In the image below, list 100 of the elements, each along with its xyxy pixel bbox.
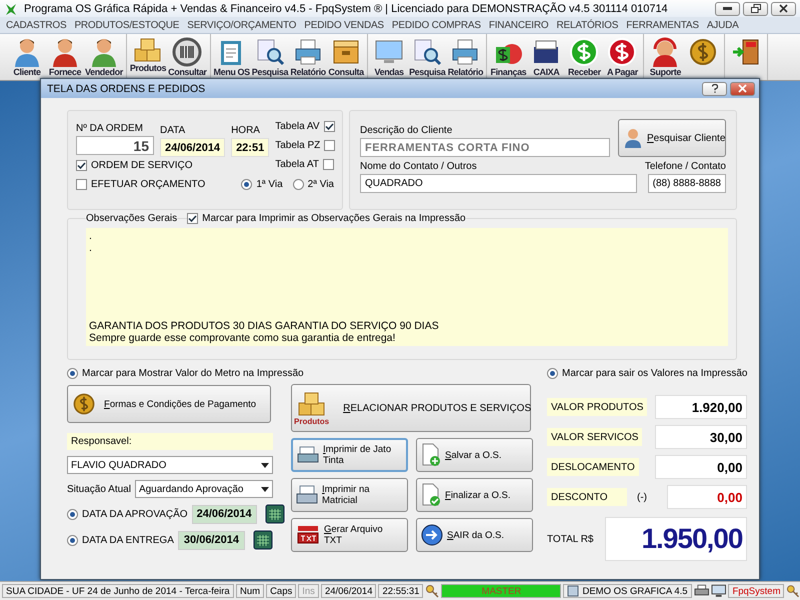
menu-item[interactable]: AJUDA xyxy=(702,20,743,30)
menu-item[interactable]: CADASTROS xyxy=(2,20,70,30)
minimize-button[interactable] xyxy=(715,2,740,16)
close-icon xyxy=(738,84,747,93)
payment-conditions-button[interactable]: Formas e Condições de Pagamento xyxy=(67,385,271,423)
value-label: DESLOCAMENTO xyxy=(547,458,639,476)
responsible-dropdown[interactable]: FLAVIO QUADRADO xyxy=(67,456,273,474)
calendar-icon[interactable] xyxy=(253,530,273,550)
menu-item[interactable]: PEDIDO VENDAS xyxy=(300,20,388,30)
monitor-icon[interactable] xyxy=(710,584,726,598)
menu-item[interactable]: PEDIDO COMPRAS xyxy=(388,20,485,30)
user-status: MASTER xyxy=(441,584,562,598)
toolbar-button[interactable]: Fornece xyxy=(46,34,84,80)
printer-icon xyxy=(296,485,318,505)
related-products-button[interactable]: Produtos RELACIONAR PRODUTOS E SERVIÇOS xyxy=(291,384,531,432)
value-label: DESCONTO xyxy=(547,488,627,506)
search-client-button[interactable]: Pesquisar Cliente xyxy=(618,119,726,157)
contact-field[interactable]: QUADRADO xyxy=(360,174,637,193)
action-button[interactable]: Imprimir na Matricial xyxy=(291,478,408,512)
toolbar-button[interactable]: Menu OS xyxy=(212,34,251,80)
status-cell: DEMO OS GRAFICA 4.5 xyxy=(563,584,692,598)
menu-item[interactable]: RELATÓRIOS xyxy=(552,20,622,30)
toolbar-button[interactable]: Relatório xyxy=(289,34,328,80)
value-field[interactable]: 0,00 xyxy=(655,455,748,479)
action-button[interactable]: Finalizar a O.S. xyxy=(416,478,533,512)
menu-item[interactable]: PRODUTOS/ESTOQUE xyxy=(70,20,184,30)
coin-icon xyxy=(72,392,96,416)
value-field[interactable]: 1.920,00 xyxy=(655,395,748,419)
checkbox[interactable] xyxy=(76,160,87,171)
status-dropdown[interactable]: Aguardando Aprovação xyxy=(134,480,273,498)
menu-item[interactable]: SERVIÇO/ORÇAMENTO xyxy=(183,20,300,30)
radio-label: 2ª Via xyxy=(308,179,334,190)
radio-button[interactable] xyxy=(67,508,78,520)
toolbar-button[interactable]: Finanças xyxy=(489,34,528,80)
document-icon xyxy=(567,585,580,597)
minus-sign: (-) xyxy=(637,492,647,502)
date-field[interactable]: 30/06/2014 xyxy=(178,530,245,550)
value-label: VALOR PRODUTOS xyxy=(547,398,648,416)
checkbox[interactable] xyxy=(187,213,198,224)
close-icon xyxy=(779,4,788,13)
toolbar-button[interactable]: Receber xyxy=(565,34,604,80)
checkbox-label: Marcar para Imprimir as Observações Gerais na Impressão xyxy=(202,213,466,224)
total-field: 1.950,00 xyxy=(605,517,748,561)
status-cell: 22:55:31 xyxy=(378,584,424,598)
toolbar-button[interactable]: Produtos xyxy=(128,34,168,80)
app-logo-icon xyxy=(4,2,18,16)
value-field[interactable]: 30,00 xyxy=(655,425,748,449)
magnifier-icon xyxy=(254,37,285,67)
radio-label: DATA DA APROVAÇÃO xyxy=(82,508,188,520)
barcode-icon xyxy=(172,37,202,67)
checkbox[interactable] xyxy=(324,121,334,132)
order-number-field[interactable]: 15 xyxy=(76,136,154,155)
date-field[interactable]: 24/06/2014 xyxy=(192,504,257,524)
dropdown-arrow-icon xyxy=(261,462,269,468)
toolbar-button[interactable]: CAIXA xyxy=(527,34,566,80)
dialog-title: TELA DAS ORDENS E PEDIDOS xyxy=(47,82,206,94)
radio-button[interactable] xyxy=(67,368,78,379)
toolbar-button[interactable]: Pesquisa xyxy=(250,34,290,80)
time-field[interactable]: 22:51 xyxy=(231,138,270,157)
toolbar-button[interactable]: Vendedor xyxy=(84,34,124,80)
toolbar-button[interactable]: Vendas xyxy=(370,34,408,80)
toolbar-button[interactable]: Suporte xyxy=(646,34,684,80)
toolbar-button[interactable]: Consultar xyxy=(167,34,208,80)
toolbar-button[interactable]: Cliente xyxy=(8,34,46,80)
action-button[interactable]: SAIR da O.S. xyxy=(416,518,533,552)
radio-button[interactable] xyxy=(292,179,304,190)
checkbox[interactable] xyxy=(76,179,87,190)
action-button[interactable]: Gerar Arquivo TXT xyxy=(291,518,408,552)
radio-label: Marcar para sair os Valores na Impressão xyxy=(562,368,748,379)
dollar-coin-icon xyxy=(569,37,600,67)
menu-item[interactable]: FINANCEIRO xyxy=(484,20,552,30)
status-cell: Num xyxy=(236,584,264,598)
help-button[interactable] xyxy=(702,82,727,96)
radio-button[interactable] xyxy=(547,368,558,379)
toolbar-button[interactable]: Relatório xyxy=(446,34,484,80)
calendar-icon[interactable] xyxy=(264,504,285,524)
radio-button[interactable] xyxy=(67,534,78,546)
checkbox[interactable] xyxy=(322,159,334,170)
printer-icon[interactable] xyxy=(694,584,709,598)
checkbox[interactable] xyxy=(324,140,336,151)
toolbar-button[interactable]: Pesquisa xyxy=(408,34,446,80)
observations-text-area[interactable]: . . GARANTIA DOS PRODUTOS 30 DIAS GARANTIA DO SERVIÇO 90 DIAS Sempre guarde esse comprovante como sua garantia de entrega! xyxy=(86,228,728,346)
close-button[interactable] xyxy=(771,2,796,16)
value-field[interactable]: 0,00 xyxy=(667,485,748,509)
action-button[interactable]: Imprimir de Jato Tinta xyxy=(291,438,408,472)
phone-field[interactable]: (88) 8888-8888 xyxy=(648,174,726,193)
coin-icon xyxy=(688,37,718,67)
action-button[interactable]: Salvar a O.S. xyxy=(416,438,533,472)
printer-icon xyxy=(293,37,324,67)
boxes-icon xyxy=(296,390,327,416)
checkbox-label: ORDEM DE SERVIÇO xyxy=(91,160,192,171)
radio-button[interactable] xyxy=(241,179,252,190)
person-icon xyxy=(52,37,78,67)
date-field[interactable]: 24/06/2014 xyxy=(160,138,226,157)
window-title: Programa OS Gráfica Rápida + Vendas & Financeiro v4.5 - FpqSystem ® | Licenciado para DEMONSTRAÇÃO v4.5 301114 010714 xyxy=(24,2,668,14)
toolbar-button[interactable]: Consulta xyxy=(327,34,366,80)
toolbar-button[interactable]: A Pagar xyxy=(603,34,642,80)
menu-item[interactable]: FERRAMENTAS xyxy=(622,20,703,30)
restore-button[interactable] xyxy=(743,2,768,16)
client-description-field[interactable]: FERRAMENTAS CORTA FINO xyxy=(360,138,610,157)
